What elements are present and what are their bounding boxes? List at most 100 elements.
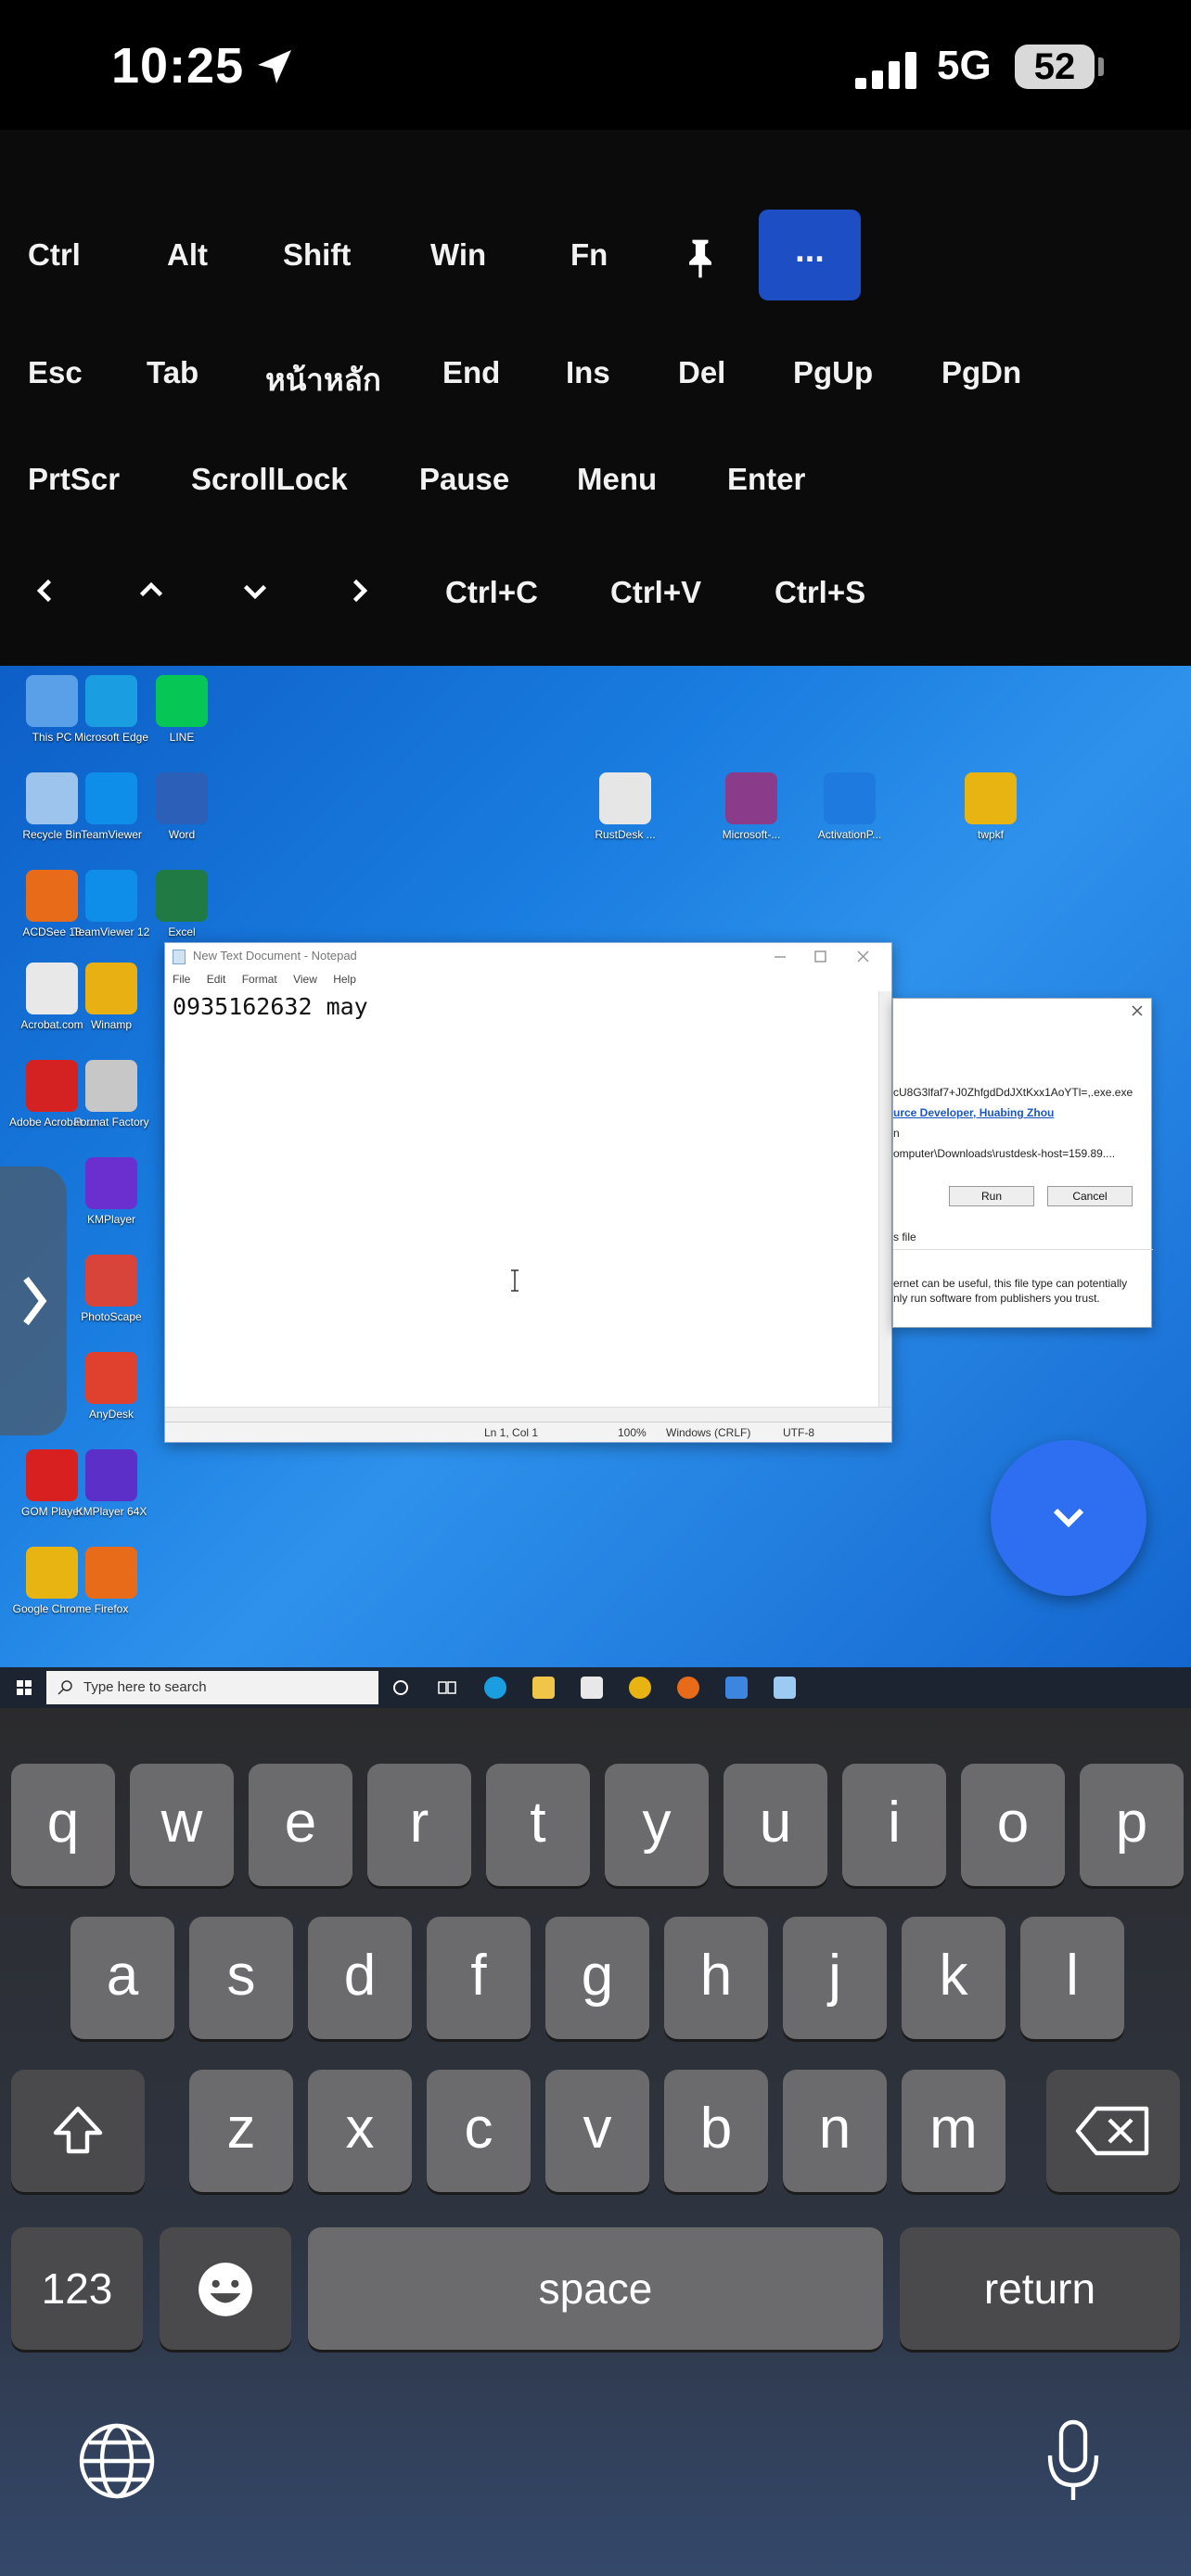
collapse-toolbar-button[interactable] [991, 1440, 1146, 1596]
side-panel-tab[interactable] [0, 1167, 67, 1435]
desktop-icon[interactable]: AnyDesk [65, 1352, 158, 1421]
key-d[interactable]: d [308, 1917, 412, 2039]
key-ctrl[interactable]: Ctrl [28, 237, 81, 273]
remote-desktop[interactable]: This PC Microsoft Edge LINE Recycle Bin Team… [0, 666, 1191, 1667]
taskbar-search-box[interactable]: Type here to search [46, 1671, 378, 1704]
key-j[interactable]: j [783, 1917, 887, 2039]
vertical-scrollbar[interactable] [878, 991, 891, 1407]
more-keys-button[interactable]: ... [759, 210, 861, 300]
pin-icon[interactable] [685, 239, 716, 278]
desktop-icon[interactable]: KMPlayer [65, 1157, 158, 1226]
return-key[interactable]: return [900, 2227, 1180, 2350]
key-fn[interactable]: Fn [570, 237, 608, 273]
key-n[interactable]: n [783, 2070, 887, 2192]
cortana-icon[interactable] [390, 1677, 412, 1699]
dialog-publisher-link[interactable]: urce Developer, Huabing Zhou [893, 1106, 1054, 1119]
horizontal-scrollbar[interactable] [165, 1407, 891, 1422]
arrow-left-icon[interactable] [32, 577, 59, 605]
desktop-icon[interactable]: RustDesk ... [579, 772, 672, 841]
key-g[interactable]: g [545, 1917, 649, 2039]
chrome-taskbar-icon[interactable] [629, 1677, 651, 1699]
key-win[interactable]: Win [430, 237, 486, 273]
key-tab[interactable]: Tab [147, 355, 198, 390]
key-s[interactable]: s [189, 1917, 293, 2039]
menu-view[interactable]: View [293, 973, 317, 986]
desktop-icon[interactable]: Firefox [65, 1547, 158, 1615]
menu-edit[interactable]: Edit [207, 973, 226, 986]
window-controls[interactable] [771, 947, 882, 967]
menu-format[interactable]: Format [242, 973, 277, 986]
key-esc[interactable]: Esc [28, 355, 83, 390]
run-button[interactable]: Run [949, 1186, 1034, 1206]
notepad-text-area[interactable]: 0935162632 may [173, 993, 368, 1020]
desktop-icon[interactable]: Word [135, 772, 228, 841]
desktop-icon[interactable]: PhotoScape [65, 1255, 158, 1323]
key-alt[interactable]: Alt [167, 237, 208, 273]
emoji-key[interactable] [160, 2227, 291, 2350]
key-ctrl-v[interactable]: Ctrl+V [610, 575, 701, 610]
key-end[interactable]: End [442, 355, 500, 390]
desktop-icon[interactable]: Microsoft-... [705, 772, 798, 841]
key-home[interactable]: หน้าหลัก [265, 355, 381, 404]
notepad-taskbar-icon[interactable] [774, 1677, 796, 1699]
numbers-key[interactable]: 123 [11, 2227, 143, 2350]
key-pgup[interactable]: PgUp [793, 355, 873, 390]
key-e[interactable]: e [249, 1764, 352, 1886]
key-k[interactable]: k [902, 1917, 1005, 2039]
key-l[interactable]: l [1020, 1917, 1124, 2039]
key-r[interactable]: r [367, 1764, 471, 1886]
key-z[interactable]: z [189, 2070, 293, 2192]
microphone-icon[interactable] [1043, 2418, 1104, 2504]
key-ctrl-c[interactable]: Ctrl+C [445, 575, 538, 610]
menu-file[interactable]: File [173, 973, 190, 986]
key-a[interactable]: a [70, 1917, 174, 2039]
file-explorer-icon[interactable] [532, 1677, 555, 1699]
key-f[interactable]: f [427, 1917, 531, 2039]
store-icon[interactable] [581, 1677, 603, 1699]
desktop-icon[interactable]: twpkf [944, 772, 1037, 841]
key-p[interactable]: p [1080, 1764, 1184, 1886]
key-o[interactable]: o [961, 1764, 1065, 1886]
firefox-taskbar-icon[interactable] [677, 1677, 699, 1699]
edge-taskbar-icon[interactable] [484, 1677, 506, 1699]
space-key[interactable]: space [308, 2227, 883, 2350]
key-u[interactable]: u [724, 1764, 827, 1886]
arrow-down-icon[interactable] [241, 577, 269, 605]
dialog-checkbox-label[interactable]: s file [893, 1231, 916, 1243]
close-icon[interactable] [1131, 1004, 1144, 1017]
key-ins[interactable]: Ins [566, 355, 610, 390]
key-x[interactable]: x [308, 2070, 412, 2192]
key-t[interactable]: t [486, 1764, 590, 1886]
key-q[interactable]: q [11, 1764, 115, 1886]
key-w[interactable]: w [130, 1764, 234, 1886]
key-m[interactable]: m [902, 2070, 1005, 2192]
arrow-right-icon[interactable] [345, 577, 373, 605]
key-y[interactable]: y [605, 1764, 709, 1886]
key-shift[interactable]: Shift [283, 237, 351, 273]
cancel-button[interactable]: Cancel [1047, 1186, 1133, 1206]
key-v[interactable]: v [545, 2070, 649, 2192]
arrow-up-icon[interactable] [137, 577, 165, 605]
rustdesk-taskbar-icon[interactable] [725, 1677, 748, 1699]
key-b[interactable]: b [664, 2070, 768, 2192]
desktop-icon[interactable]: LINE [135, 675, 228, 744]
globe-icon[interactable] [78, 2422, 156, 2500]
notepad-window[interactable]: New Text Document - Notepad File Edit Fo… [164, 942, 892, 1443]
desktop-icon[interactable]: ActivationP... [803, 772, 896, 841]
menu-help[interactable]: Help [333, 973, 356, 986]
task-view-icon[interactable] [436, 1677, 458, 1699]
shift-key[interactable] [11, 2070, 145, 2192]
key-h[interactable]: h [664, 1917, 768, 2039]
key-enter[interactable]: Enter [727, 462, 805, 497]
windows-start-icon[interactable] [17, 1680, 32, 1695]
key-menu[interactable]: Menu [577, 462, 657, 497]
desktop-icon[interactable]: KMPlayer 64X [65, 1449, 158, 1518]
desktop-icon[interactable]: Excel [135, 870, 228, 938]
key-pgdn[interactable]: PgDn [941, 355, 1021, 390]
key-scrolllock[interactable]: ScrollLock [191, 462, 348, 497]
key-ctrl-s[interactable]: Ctrl+S [775, 575, 865, 610]
delete-key[interactable] [1046, 2070, 1180, 2192]
notepad-titlebar[interactable]: New Text Document - Notepad [165, 943, 891, 969]
desktop-icon[interactable]: Winamp [65, 963, 158, 1031]
desktop-icon[interactable]: Format Factory [65, 1060, 158, 1129]
